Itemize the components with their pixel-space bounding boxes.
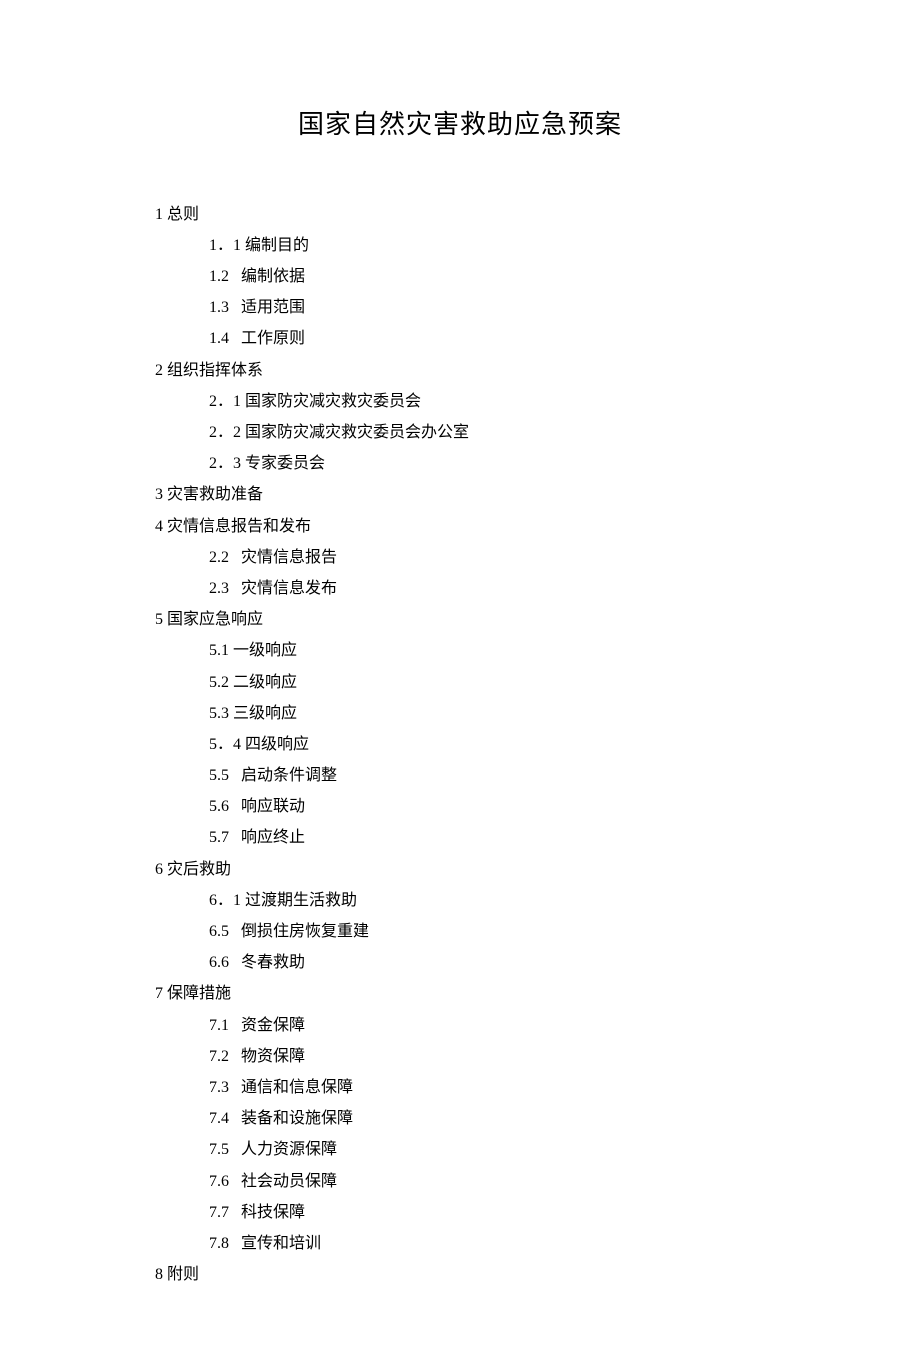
toc-entry: 7.5 人力资源保障 [155, 1134, 765, 1165]
toc-entry-text: 5.3 三级响应 [209, 705, 297, 722]
toc-entry-text: 3 灾害救助准备 [155, 486, 263, 503]
toc-entry-text: 5.7 响应终止 [209, 829, 305, 846]
toc-entry: 5.7 响应终止 [155, 822, 765, 853]
toc-entry-text: 5.6 响应联动 [209, 798, 305, 815]
toc-entry: 5.1 一级响应 [155, 635, 765, 666]
toc-entry-text: 7.1 资金保障 [209, 1017, 305, 1034]
toc-entry: 5．4 四级响应 [155, 729, 765, 760]
toc-entry: 1．1 编制目的 [155, 230, 765, 261]
toc-entry: 7.1 资金保障 [155, 1010, 765, 1041]
toc-entry: 1 总则 [155, 199, 765, 230]
toc-entry-text: 8 附则 [155, 1266, 199, 1283]
document-title: 国家自然灾害救助应急预案 [155, 100, 765, 151]
toc-entry: 7.2 物资保障 [155, 1041, 765, 1072]
toc-entry-text: 1．1 编制目的 [209, 237, 309, 254]
toc-entry-text: 7.4 装备和设施保障 [209, 1110, 353, 1127]
toc-entry-text: 2.2 灾情信息报告 [209, 549, 337, 566]
toc-entry-text: 5．4 四级响应 [209, 736, 309, 753]
toc-entry: 2 组织指挥体系 [155, 355, 765, 386]
toc-entry: 1.4 工作原则 [155, 323, 765, 354]
toc-entry-text: 5.5 启动条件调整 [209, 767, 337, 784]
toc-entry: 8 附则 [155, 1259, 765, 1290]
toc-entry-text: 2 组织指挥体系 [155, 362, 263, 379]
toc-entry: 6.5 倒损住房恢复重建 [155, 916, 765, 947]
toc-entry: 5 国家应急响应 [155, 604, 765, 635]
toc-entry: 5.2 二级响应 [155, 667, 765, 698]
toc-entry: 7.7 科技保障 [155, 1197, 765, 1228]
toc-entry-text: 5.1 一级响应 [209, 642, 297, 659]
toc-entry-text: 6.5 倒损住房恢复重建 [209, 923, 369, 940]
toc-entry: 5.3 三级响应 [155, 698, 765, 729]
toc-entry: 6 灾后救助 [155, 854, 765, 885]
toc-entry-text: 5 国家应急响应 [155, 611, 263, 628]
toc-entry: 7.6 社会动员保障 [155, 1166, 765, 1197]
toc-entry: 2.2 灾情信息报告 [155, 542, 765, 573]
toc-entry-text: 7.7 科技保障 [209, 1204, 305, 1221]
toc-entry: 7.3 通信和信息保障 [155, 1072, 765, 1103]
toc-entry-text: 7.2 物资保障 [209, 1048, 305, 1065]
toc-entry: 2．2 国家防灾减灾救灾委员会办公室 [155, 417, 765, 448]
toc-entry: 1.2 编制依据 [155, 261, 765, 292]
toc-entry: 5.5 启动条件调整 [155, 760, 765, 791]
table-of-contents: 1 总则 1．1 编制目的 1.2 编制依据 1.3 适用范围 1.4 工作原则 2 组织… [155, 199, 765, 1291]
toc-entry: 7 保障措施 [155, 978, 765, 1009]
toc-entry-text: 2.3 灾情信息发布 [209, 580, 337, 597]
toc-entry-text: 1.2 编制依据 [209, 268, 305, 285]
toc-entry-text: 1 总则 [155, 206, 199, 223]
toc-entry-text: 2．1 国家防灾减灾救灾委员会 [209, 393, 421, 410]
toc-entry: 5.6 响应联动 [155, 791, 765, 822]
toc-entry: 6.6 冬春救助 [155, 947, 765, 978]
toc-entry-text: 5.2 二级响应 [209, 674, 297, 691]
toc-entry-text: 1.4 工作原则 [209, 330, 305, 347]
toc-entry: 3 灾害救助准备 [155, 479, 765, 510]
toc-entry-text: 6．1 过渡期生活救助 [209, 892, 357, 909]
toc-entry-text: 6.6 冬春救助 [209, 954, 305, 971]
toc-entry: 2.3 灾情信息发布 [155, 573, 765, 604]
toc-entry: 6．1 过渡期生活救助 [155, 885, 765, 916]
toc-entry-text: 2．3 专家委员会 [209, 455, 325, 472]
toc-entry: 1.3 适用范围 [155, 292, 765, 323]
toc-entry: 2．3 专家委员会 [155, 448, 765, 479]
toc-entry-text: 6 灾后救助 [155, 861, 231, 878]
toc-entry-text: 7.8 宣传和培训 [209, 1235, 321, 1252]
toc-entry-text: 7 保障措施 [155, 985, 231, 1002]
toc-entry-text: 7.3 通信和信息保障 [209, 1079, 353, 1096]
toc-entry-text: 4 灾情信息报告和发布 [155, 518, 311, 535]
toc-entry: 7.4 装备和设施保障 [155, 1103, 765, 1134]
toc-entry: 2．1 国家防灾减灾救灾委员会 [155, 386, 765, 417]
toc-entry-text: 2．2 国家防灾减灾救灾委员会办公室 [209, 424, 469, 441]
toc-entry-text: 1.3 适用范围 [209, 299, 305, 316]
toc-entry-text: 7.6 社会动员保障 [209, 1173, 337, 1190]
toc-entry-text: 7.5 人力资源保障 [209, 1141, 337, 1158]
toc-entry: 4 灾情信息报告和发布 [155, 511, 765, 542]
toc-entry: 7.8 宣传和培训 [155, 1228, 765, 1259]
